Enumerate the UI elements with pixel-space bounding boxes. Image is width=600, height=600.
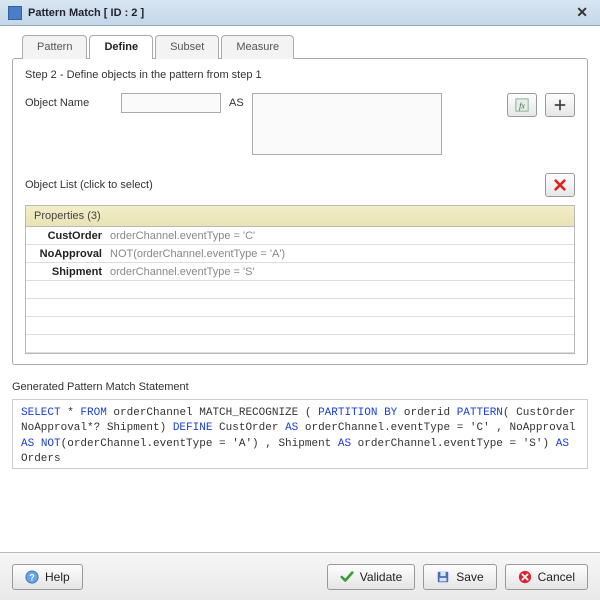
- close-button[interactable]: ✕: [572, 4, 592, 21]
- svg-text:fx: fx: [519, 102, 525, 111]
- cancel-icon: [518, 570, 532, 584]
- object-definition-row: Object Name AS fx: [25, 93, 575, 155]
- save-button[interactable]: Save: [423, 564, 496, 590]
- save-icon: [436, 570, 450, 584]
- help-button[interactable]: ? Help: [12, 564, 83, 590]
- as-label: AS: [229, 93, 244, 109]
- row-name: CustOrder: [26, 230, 110, 242]
- generated-statement-label: Generated Pattern Match Statement: [12, 381, 588, 393]
- add-button[interactable]: [545, 93, 575, 117]
- validate-button[interactable]: Validate: [327, 564, 415, 590]
- delete-button[interactable]: [545, 173, 575, 197]
- svg-text:?: ?: [29, 572, 34, 582]
- tab-subset[interactable]: Subset: [155, 35, 219, 59]
- cancel-button[interactable]: Cancel: [505, 564, 588, 590]
- row-name: Shipment: [26, 266, 110, 278]
- object-list-header: Object List (click to select): [25, 173, 575, 197]
- cancel-label: Cancel: [538, 570, 575, 584]
- object-name-input[interactable]: [121, 93, 221, 113]
- expression-builder-button[interactable]: fx: [507, 93, 537, 117]
- grid-row-empty: [26, 317, 574, 335]
- row-expr: NOT(orderChannel.eventType = 'A'): [110, 248, 574, 260]
- save-label: Save: [456, 570, 483, 584]
- step-label: Step 2 - Define objects in the pattern f…: [25, 69, 575, 81]
- grid-row[interactable]: Shipment orderChannel.eventType = 'S': [26, 263, 574, 281]
- tab-measure[interactable]: Measure: [221, 35, 294, 59]
- plus-icon: [553, 98, 567, 112]
- object-name-label: Object Name: [25, 93, 113, 109]
- grid-row-empty: [26, 281, 574, 299]
- generated-statement-box: SELECT * FROM orderChannel MATCH_RECOGNI…: [12, 399, 588, 469]
- tab-panel-define: Step 2 - Define objects in the pattern f…: [12, 58, 588, 365]
- check-icon: [340, 570, 354, 584]
- grid-row[interactable]: CustOrder orderChannel.eventType = 'C': [26, 227, 574, 245]
- grid-row[interactable]: NoApproval NOT(orderChannel.eventType = …: [26, 245, 574, 263]
- object-list-title: Object List (click to select): [25, 179, 153, 191]
- row-expr: orderChannel.eventType = 'C': [110, 230, 574, 242]
- grid-row-empty: [26, 299, 574, 317]
- dialog-body: Pattern Define Subset Measure Step 2 - D…: [0, 26, 600, 552]
- app-icon: [8, 6, 22, 20]
- tab-strip: Pattern Define Subset Measure: [12, 34, 588, 58]
- row-name: NoApproval: [26, 248, 110, 260]
- help-label: Help: [45, 570, 70, 584]
- grid-header: Properties (3): [26, 206, 574, 227]
- tab-pattern[interactable]: Pattern: [22, 35, 87, 59]
- validate-label: Validate: [360, 570, 402, 584]
- tab-define[interactable]: Define: [89, 35, 153, 59]
- dialog-title: Pattern Match [ ID : 2 ]: [28, 7, 144, 19]
- object-list-grid: Properties (3) CustOrder orderChannel.ev…: [25, 205, 575, 354]
- expression-textarea[interactable]: [252, 93, 442, 155]
- pattern-match-dialog: Pattern Match [ ID : 2 ] ✕ Pattern Defin…: [0, 0, 600, 600]
- title-bar: Pattern Match [ ID : 2 ] ✕: [0, 0, 600, 26]
- delete-icon: [553, 178, 567, 192]
- help-icon: ?: [25, 570, 39, 584]
- grid-row-empty: [26, 335, 574, 353]
- fx-icon: fx: [515, 98, 529, 112]
- dialog-footer: ? Help Validate Save Cancel: [0, 552, 600, 600]
- row-expr: orderChannel.eventType = 'S': [110, 266, 574, 278]
